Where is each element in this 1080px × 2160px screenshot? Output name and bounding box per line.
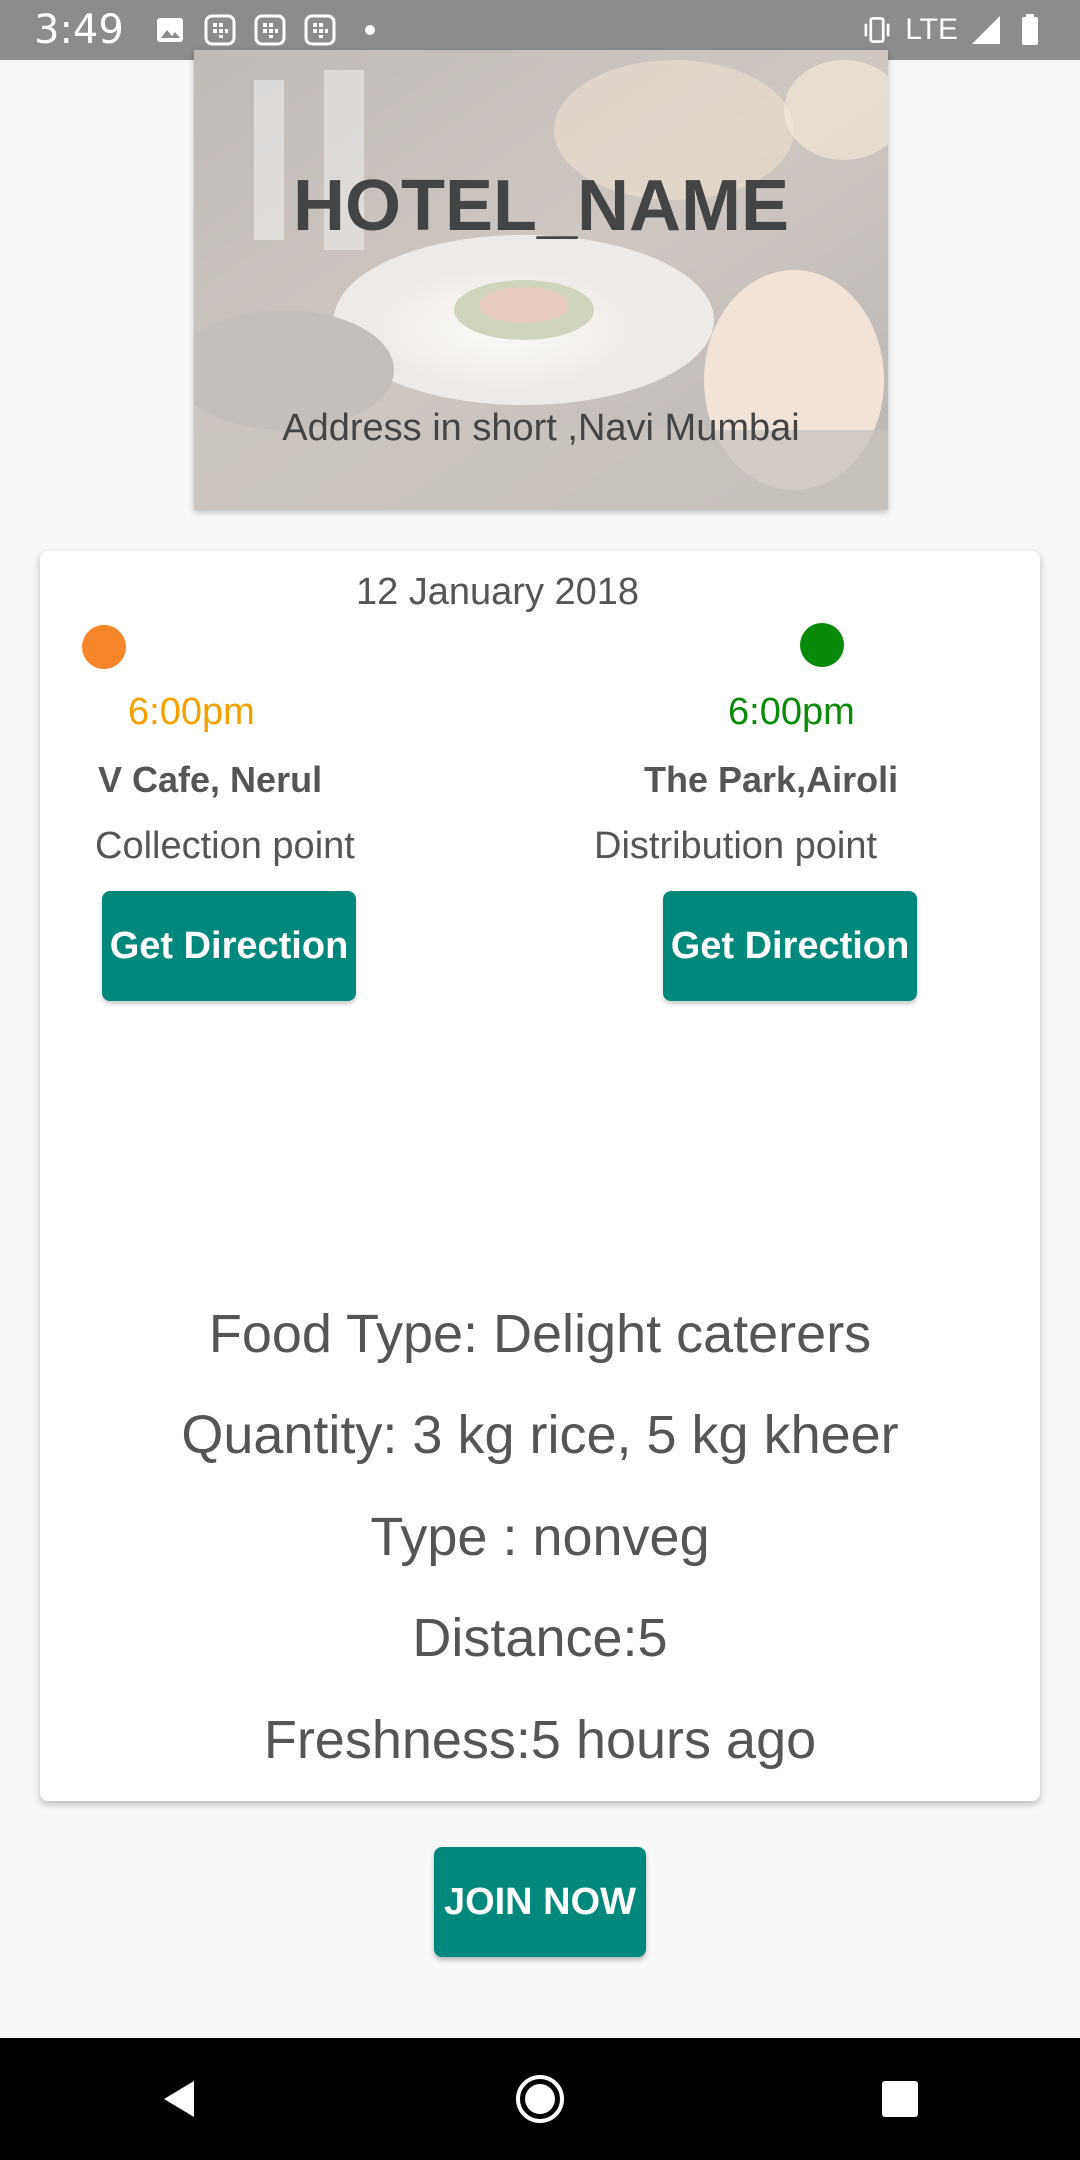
signal-icon <box>970 14 1002 46</box>
sim-card-icon <box>304 14 336 46</box>
distance: Distance:5 <box>412 1608 668 1668</box>
hotel-banner: HOTEL_NAME Address in short ,Navi Mumbai <box>194 50 888 510</box>
status-right-group: LTE <box>861 13 1046 47</box>
food-type: Food Type: Delight caterers <box>208 1304 872 1364</box>
collection-place: V Cafe, Nerul <box>98 759 323 800</box>
collection-point-label: Collection point <box>95 825 355 867</box>
image-icon <box>154 14 186 46</box>
collection-time: 6:00pm <box>128 691 255 733</box>
battery-icon <box>1014 14 1046 46</box>
food-category: Type : nonveg <box>370 1507 710 1567</box>
quantity: Quantity: 3 kg rice, 5 kg kheer <box>181 1405 899 1465</box>
navigation-bar <box>0 2038 1080 2160</box>
distribution-time: 6:00pm <box>728 691 855 733</box>
dot-icon <box>354 14 386 46</box>
join-now-button[interactable]: JOIN NOW <box>434 1847 646 1957</box>
distribution-status-icon <box>800 623 844 667</box>
collection-get-direction-button[interactable]: Get Direction <box>102 891 356 1001</box>
hotel-name: HOTEL_NAME <box>292 166 790 246</box>
back-icon[interactable] <box>140 2059 220 2139</box>
sim-card-icon <box>204 14 236 46</box>
distribution-get-direction-button[interactable]: Get Direction <box>663 891 917 1001</box>
donation-details-card: 12 January 2018 6:00pm 6:00pm V Cafe, Ne… <box>40 551 1040 1801</box>
freshness: Freshness:5 hours ago <box>263 1710 817 1770</box>
sim-card-icon <box>254 14 286 46</box>
collection-status-icon <box>82 625 126 669</box>
notification-icons <box>154 14 386 46</box>
distribution-point-label: Distribution point <box>594 825 878 867</box>
distribution-place: The Park,Airoli <box>644 759 899 800</box>
network-label: LTE <box>905 13 958 46</box>
home-icon[interactable] <box>500 2059 580 2139</box>
recents-icon[interactable] <box>860 2059 940 2139</box>
hotel-address: Address in short ,Navi Mumbai <box>282 407 800 449</box>
status-time: 3:49 <box>34 7 124 53</box>
app-screen: 3:49 LTE HOTEL_NAME Address in short ,Na… <box>0 0 1080 2160</box>
event-date: 12 January 2018 <box>355 571 640 613</box>
vibrate-icon <box>861 14 893 46</box>
